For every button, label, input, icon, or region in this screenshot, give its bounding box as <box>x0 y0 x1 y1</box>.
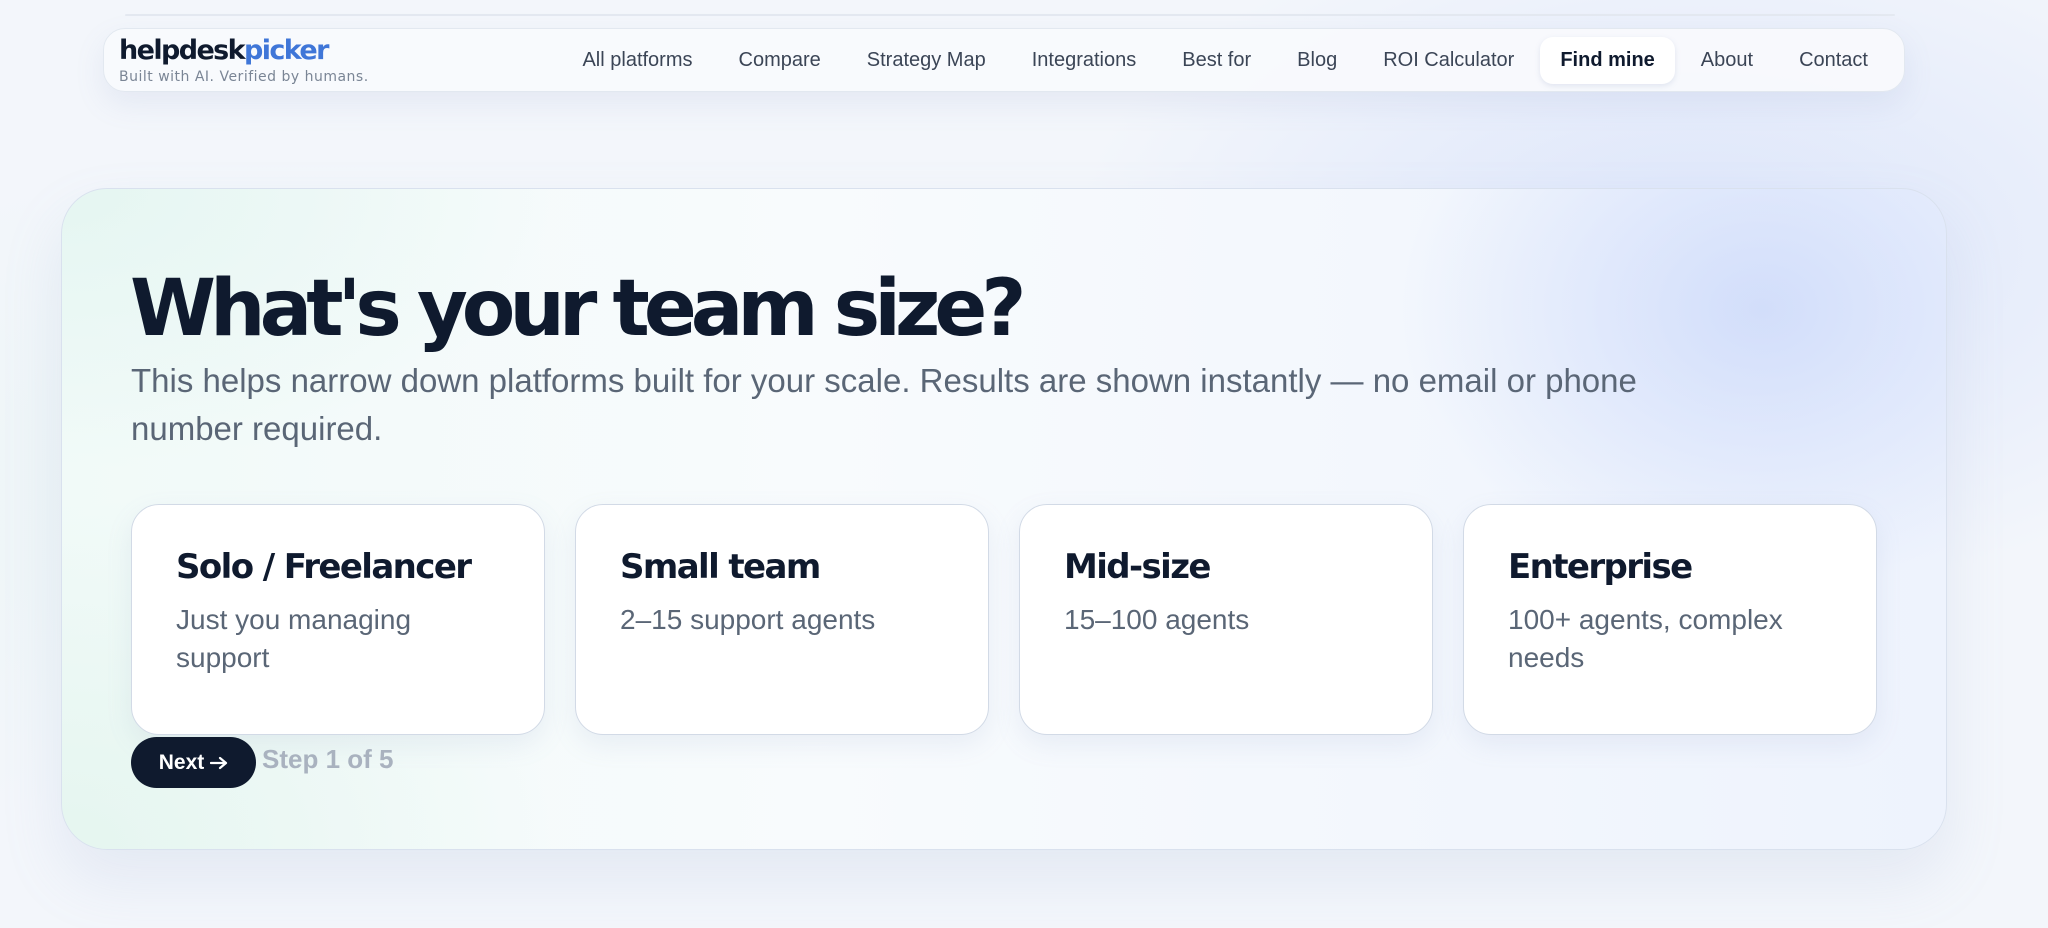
nav-strategy-map[interactable]: Strategy Map <box>847 37 1006 84</box>
option-title: Enterprise <box>1508 547 1693 587</box>
arrow-right-icon <box>210 756 228 769</box>
navbar: helpdeskpicker Built with AI. Verified b… <box>103 28 1905 92</box>
step-indicator: Step 1 of 5 <box>262 744 394 774</box>
question-description: This helps narrow down platforms built f… <box>131 362 1637 447</box>
option-subtitle: 2–15 support agents <box>620 604 876 635</box>
option-subtitle: 15–100 agents <box>1064 604 1250 635</box>
option-title: Solo / Freelancer <box>176 547 472 587</box>
nav-all-platforms[interactable]: All platforms <box>562 37 712 84</box>
top-divider <box>125 14 1895 16</box>
nav-roi-calculator[interactable]: ROI Calculator <box>1363 37 1534 84</box>
brand-logo[interactable]: helpdeskpicker Built with AI. Verified b… <box>119 34 369 85</box>
nav-best-for[interactable]: Best for <box>1162 37 1271 84</box>
option-mid-size[interactable]: Mid-size 15–100 agents <box>1019 504 1433 735</box>
option-subtitle: Just you managing support <box>176 604 412 673</box>
nav-compare[interactable]: Compare <box>719 37 841 84</box>
quiz-panel: What's your team size? This helps narrow… <box>61 188 1947 850</box>
option-enterprise[interactable]: Enterprise 100+ agents, complex needs <box>1463 504 1877 735</box>
team-size-options: Solo / Freelancer Just you managing supp… <box>131 504 1877 735</box>
option-subtitle: 100+ agents, complex needs <box>1508 604 1783 673</box>
brand-name: helpdeskpicker <box>119 34 329 66</box>
next-button[interactable]: Next <box>131 737 256 788</box>
option-small-team[interactable]: Small team 2–15 support agents <box>575 504 989 735</box>
nav-blog[interactable]: Blog <box>1277 37 1357 84</box>
nav-about[interactable]: About <box>1681 37 1773 84</box>
brand-tagline: Built with AI. Verified by humans. <box>119 68 369 85</box>
nav-find-mine[interactable]: Find mine <box>1540 36 1675 84</box>
option-title: Mid-size <box>1064 547 1211 587</box>
question-title: What's your team size? <box>130 264 1026 354</box>
main-nav: All platforms Compare Strategy Map Integ… <box>562 29 1888 91</box>
nav-integrations[interactable]: Integrations <box>1012 37 1157 84</box>
option-title: Small team <box>620 547 821 587</box>
next-button-label: Next <box>158 750 205 774</box>
option-solo-freelancer[interactable]: Solo / Freelancer Just you managing supp… <box>131 504 545 735</box>
nav-contact[interactable]: Contact <box>1779 37 1888 84</box>
